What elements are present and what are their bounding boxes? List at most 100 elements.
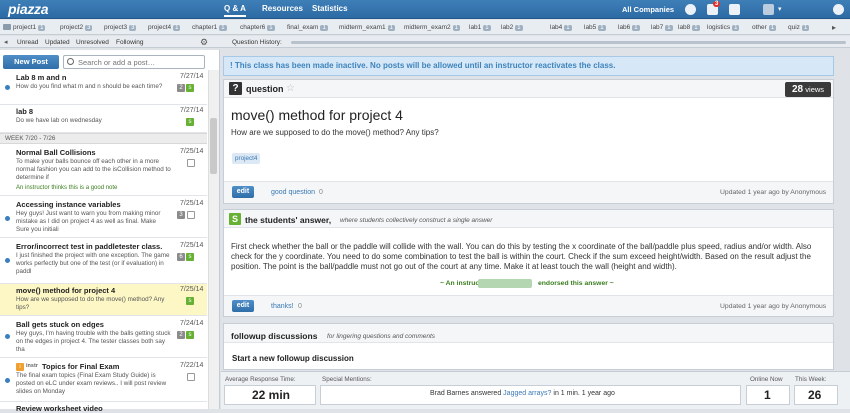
edit-question-button[interactable]: edit [232, 186, 254, 198]
nav-qa[interactable]: Q & A [224, 4, 246, 17]
star-icon[interactable]: ☆ [286, 83, 295, 94]
good-question-button[interactable]: good question [271, 189, 315, 196]
folder-lab2[interactable]: lab2 1 [501, 24, 523, 31]
unread-dot [5, 334, 10, 339]
list-item[interactable]: Normal Ball Collisions To make your ball… [0, 146, 207, 196]
avg-response-value: 22 min [252, 388, 291, 402]
chat-icon[interactable] [729, 4, 740, 15]
folder-lab1[interactable]: lab1 1 [469, 24, 491, 31]
folder-scroll-right-icon[interactable]: ▸ [832, 23, 836, 32]
instructor-icon: i [16, 363, 24, 371]
folder-lab8[interactable]: lab8 1 [678, 24, 700, 31]
folder-project1[interactable]: project1 1 [3, 24, 46, 31]
company-selector[interactable]: All Companies [622, 5, 674, 14]
post-date: 7/25/14 [180, 242, 204, 249]
answer-label: the students' answer, [245, 215, 332, 225]
post-snippet: Hey guys, I'm having trouble with the ba… [16, 330, 171, 353]
week-header[interactable]: WEEK 7/20 - 7/26 [0, 133, 207, 144]
unread-dot [5, 85, 10, 90]
post-snippet: To make your balls bounce off each other… [16, 158, 171, 181]
piazza-logo[interactable]: piazza [8, 1, 49, 17]
post-title: Ball gets stuck on edges [16, 320, 104, 329]
list-item[interactable]: Accessing instance variables Hey guys! J… [0, 198, 207, 238]
question-body: How are we supposed to do the move() met… [231, 128, 439, 137]
question-history-slider[interactable] [291, 41, 846, 44]
post-date: 7/27/14 [180, 107, 204, 114]
post-title: Accessing instance variables [16, 200, 121, 209]
collapse-sidebar-icon[interactable]: ◂ [4, 38, 8, 46]
post-date: 7/27/14 [180, 73, 204, 80]
folder-lab7[interactable]: lab7 1 [651, 24, 673, 31]
special-mention: Brad Barnes answered Jagged arrays? in 1… [430, 390, 615, 397]
post-date: 7/25/14 [180, 200, 204, 207]
nav-resources[interactable]: Resources [262, 4, 303, 13]
post-snippet: How do you find what m and n should be e… [16, 83, 163, 90]
filter-updated[interactable]: Updated [45, 39, 70, 46]
online-now-value: 1 [764, 388, 771, 402]
folder-lab4[interactable]: lab4 1 [550, 24, 572, 31]
filter-unread[interactable]: Unread [17, 39, 38, 46]
gear-icon[interactable] [833, 4, 844, 15]
instructor-tag: instr [26, 363, 38, 369]
folder-chapter6[interactable]: chapter6 1 [240, 24, 275, 31]
folder-tag[interactable]: project4 [232, 153, 261, 164]
question-updated: Updated 1 year ago by Anonymous [720, 189, 827, 196]
filter-following[interactable]: Following [116, 39, 143, 46]
views-counter: 28 views [785, 82, 831, 97]
folder-quiz[interactable]: quiz 1 [788, 24, 810, 31]
question-label: question [246, 84, 284, 94]
folder-lab6[interactable]: lab6 1 [618, 24, 640, 31]
post-snippet: Hey guys! Just want to warn you from mak… [16, 210, 161, 233]
note-icon [187, 373, 195, 381]
folder-bar: project1 1 project2 3 project3 3 project4 1 … [0, 20, 850, 35]
start-followup-link[interactable]: Start a new followup discussion [232, 354, 354, 363]
list-item[interactable]: Error/incorrect test in paddletester cla… [0, 240, 207, 284]
views-count: 28 [791, 84, 804, 95]
list-item[interactable]: lab 8 Do we have lab on wednesday 7/27/1… [0, 105, 207, 133]
student-answer-icon: s [186, 118, 194, 126]
answer-count-badge: 2 [177, 331, 185, 339]
folder-project3[interactable]: project3 3 [104, 24, 137, 31]
mention-link[interactable]: Jagged arrays? [503, 390, 551, 397]
list-item[interactable]: Ball gets stuck on edges Hey guys, I'm h… [0, 318, 207, 358]
post-title: move() method for project 4 [16, 286, 116, 295]
list-item[interactable]: i instr Topics for Final Exam The final … [0, 360, 207, 402]
folder-logistics[interactable]: logistics 1 [707, 24, 740, 31]
globe-icon[interactable] [685, 4, 696, 15]
special-mentions-label: Special Mentions: [322, 376, 372, 383]
search-input[interactable] [63, 55, 205, 69]
answer-count-badge: 2 [177, 84, 185, 92]
thanks-count: 0 [298, 303, 302, 310]
folder-lab5[interactable]: lab5 1 [584, 24, 606, 31]
nav-statistics[interactable]: Statistics [312, 4, 348, 13]
post-date: 7/25/14 [180, 286, 204, 293]
post-title: lab 8 [16, 107, 34, 116]
instructor-name-redacted [478, 279, 532, 288]
edit-answer-button[interactable]: edit [232, 300, 254, 312]
post-snippet: Do we have lab on wednesday [16, 117, 102, 124]
filter-unresolved[interactable]: Unresolved [76, 39, 109, 46]
folder-final-exam[interactable]: final_exam 1 [287, 24, 328, 31]
folder-midterm-exam1[interactable]: midterm_exam1 1 [339, 24, 395, 31]
instructor-endorse-note: An instructor thinks this is a good note [16, 185, 118, 191]
user-menu-chevron-icon[interactable]: ▾ [778, 5, 782, 13]
post-snippet: I just finished the project with one exc… [16, 252, 170, 275]
sidebar-scrollbar-thumb[interactable] [210, 118, 217, 174]
folder-icon [3, 24, 11, 30]
thanks-button[interactable]: thanks! [271, 303, 294, 310]
folder-project2[interactable]: project2 3 [60, 24, 93, 31]
list-item[interactable]: Review worksheet video [0, 402, 207, 413]
avatar[interactable] [763, 4, 774, 15]
folder-project4[interactable]: project4 1 [148, 24, 181, 31]
folder-midterm-exam2[interactable]: midterm_exam2 1 [404, 24, 460, 31]
folder-other[interactable]: other 1 [752, 24, 777, 31]
question-header [224, 80, 833, 98]
inactive-class-banner: ! This class has been made inactive. No … [223, 56, 834, 76]
search-icon [67, 58, 74, 65]
settings-gear-icon[interactable]: ⚙ [200, 37, 208, 48]
list-item[interactable]: Lab 8 m and n How do you find what m and… [0, 71, 207, 105]
folder-chapter1[interactable]: chapter1 1 [192, 24, 227, 31]
new-post-button[interactable]: New Post [3, 55, 59, 69]
post-title: Lab 8 m and n [16, 73, 67, 82]
list-item-selected[interactable]: move() method for project 4 How are we s… [0, 284, 207, 316]
